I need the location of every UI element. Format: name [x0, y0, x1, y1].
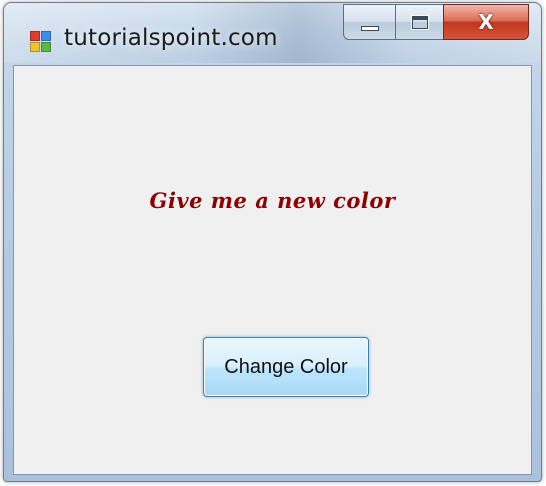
caption-buttons: X: [343, 4, 529, 40]
icon-square-green: [41, 42, 51, 52]
message-label: Give me a new color: [149, 188, 396, 213]
icon-square-blue: [41, 31, 51, 41]
window-title: tutorialspoint.com: [64, 25, 278, 51]
icon-square-yellow: [30, 42, 40, 52]
windows-form-icon[interactable]: [30, 31, 54, 55]
close-button[interactable]: X: [443, 4, 529, 40]
minimize-icon: [360, 25, 379, 31]
change-color-button[interactable]: Change Color: [203, 337, 369, 397]
maximize-button[interactable]: [395, 4, 443, 40]
icon-square-red: [30, 31, 40, 41]
close-icon: X: [478, 10, 494, 34]
app-window: tutorialspoint.com X Give me a new color…: [3, 2, 542, 482]
maximize-icon: [410, 14, 429, 30]
minimize-button[interactable]: [343, 4, 395, 40]
title-bar[interactable]: tutorialspoint.com X: [4, 3, 541, 63]
form-client-area: Give me a new color Change Color: [13, 65, 532, 475]
